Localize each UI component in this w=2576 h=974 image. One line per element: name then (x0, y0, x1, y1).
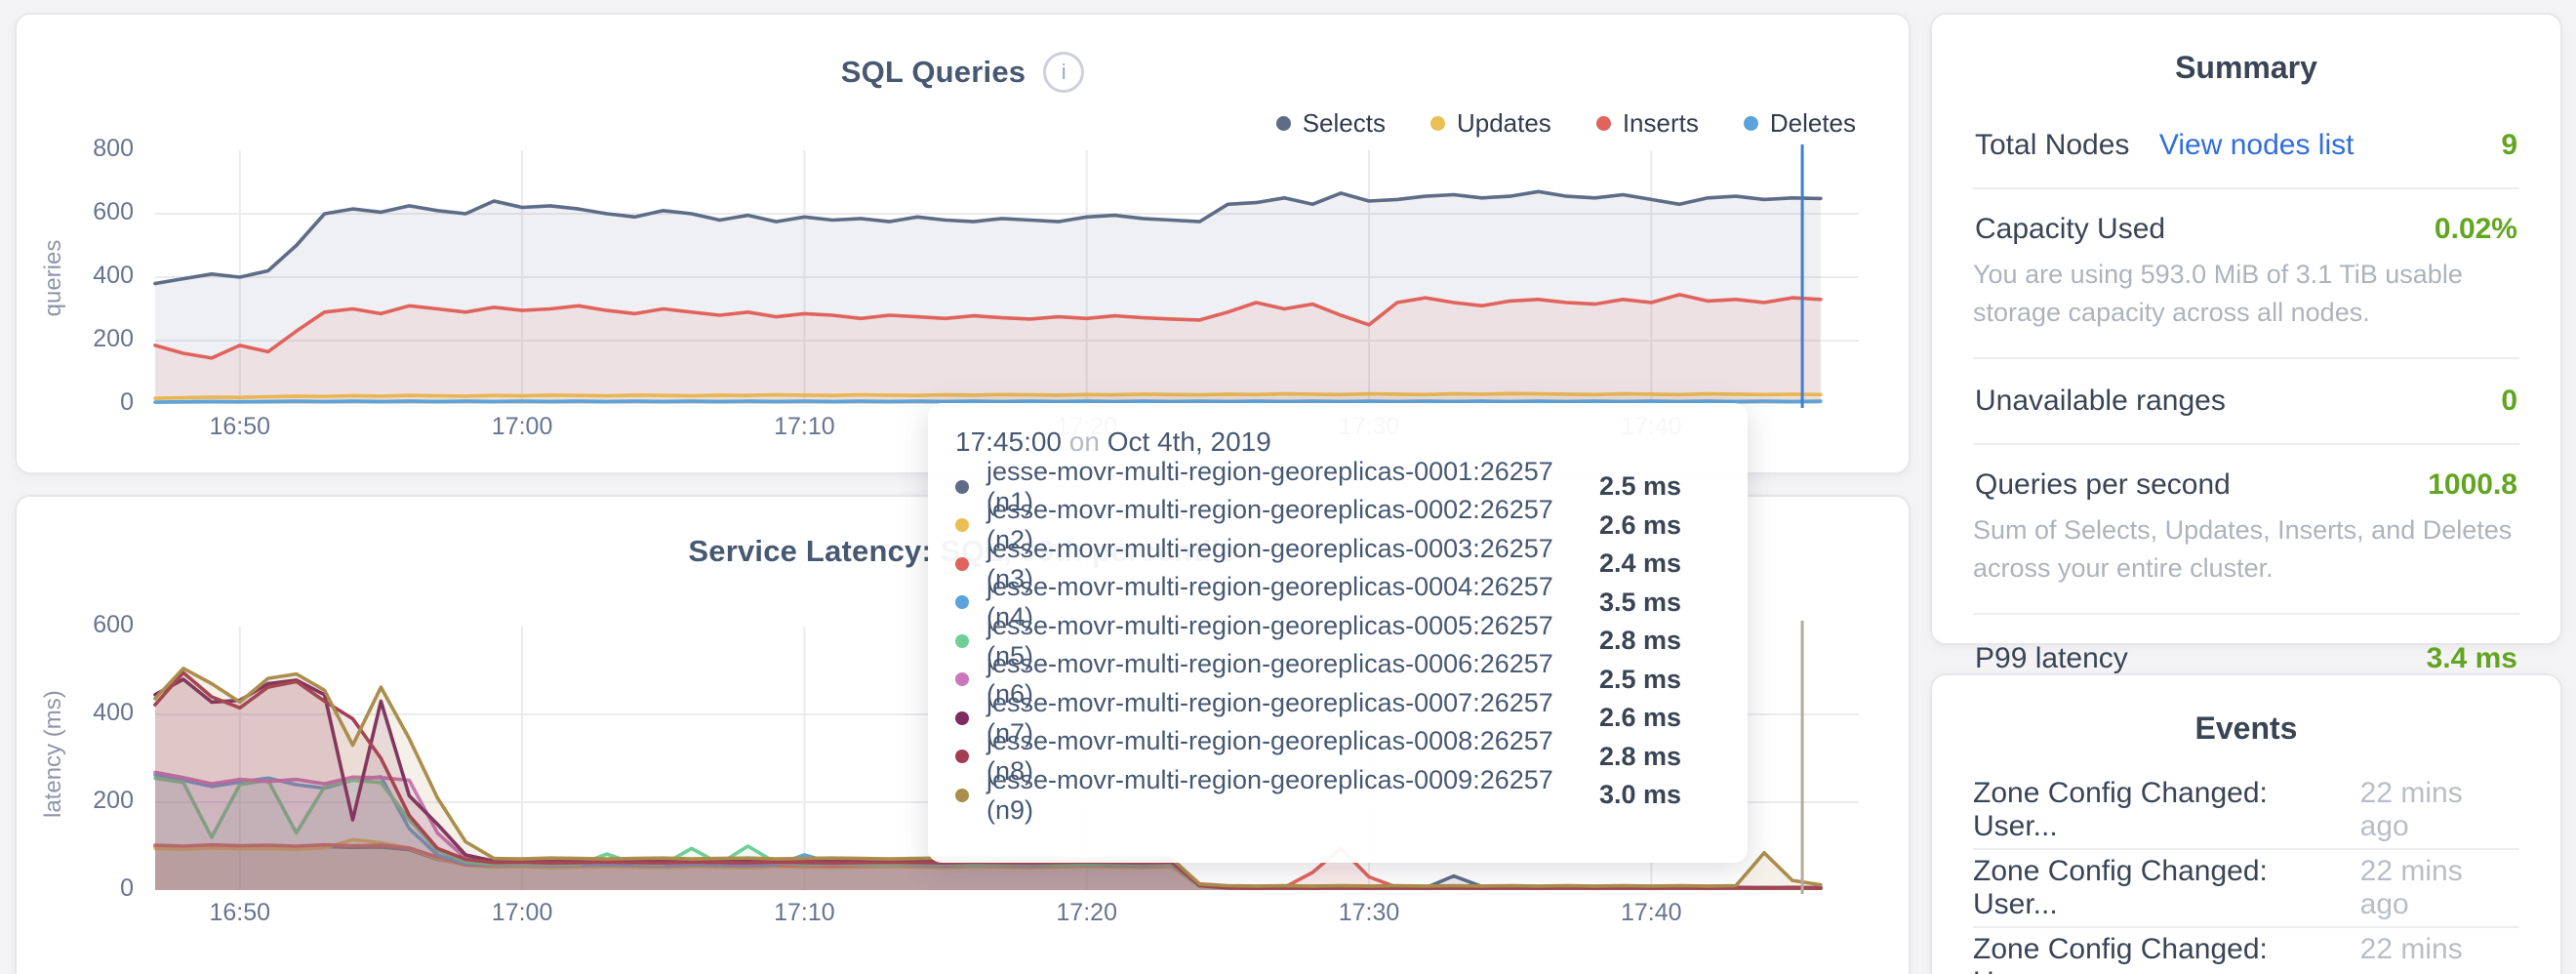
legend-item-updates[interactable]: Updates (1430, 108, 1551, 139)
legend-label: Selects (1303, 108, 1386, 139)
x-tick-label: 17:40 (1597, 899, 1705, 927)
divider (1973, 443, 2519, 445)
legend-dot (1596, 116, 1611, 131)
legend-dot (1430, 116, 1445, 131)
event-label: Zone Config Changed: User... (1973, 855, 2360, 921)
sql-queries-plot[interactable] (153, 139, 1861, 417)
node-color-dot (955, 595, 969, 609)
tooltip-on: on (1069, 426, 1107, 457)
node-color-dot (955, 557, 969, 571)
dashboard: SQL Queries i Selects Updates Inserts Delet… (0, 0, 2576, 974)
x-tick-label: 17:10 (750, 899, 858, 927)
node-latency-value: 2.5 ms (1599, 665, 1681, 695)
events-title: Events (1932, 675, 2560, 747)
node-color-dot (955, 518, 969, 532)
node-color-dot (955, 711, 969, 725)
summary-panel: Summary Total Nodes View nodes list 9 Ca… (1930, 13, 2562, 645)
sql-queries-legend: Selects Updates Inserts Deletes (1276, 108, 1856, 139)
legend-item-selects[interactable]: Selects (1276, 108, 1386, 139)
divider (1973, 613, 2519, 615)
events-panel: Events Zone Config Changed: User...22 mi… (1930, 673, 2562, 974)
node-latency-value: 3.5 ms (1599, 588, 1681, 618)
sql-y-axis-unit: queries (40, 220, 67, 337)
x-tick-label: 17:30 (1315, 899, 1423, 927)
p99-latency-value: 3.4 ms (2427, 642, 2517, 675)
legend-item-inserts[interactable]: Inserts (1596, 108, 1699, 139)
info-icon[interactable]: i (1043, 52, 1084, 93)
tooltip-rows: jesse-movr-multi-region-georeplicas-0001… (955, 467, 1709, 815)
legend-label: Updates (1457, 108, 1551, 139)
x-tick-label: 16:50 (186, 413, 294, 441)
capacity-used-value: 0.02% (2435, 213, 2517, 246)
tooltip-row: jesse-movr-multi-region-georeplicas-0009… (955, 776, 1709, 815)
event-label: Zone Config Changed: User... (1973, 777, 2360, 843)
node-latency-value: 3.0 ms (1599, 780, 1681, 810)
y-tick-label: 800 (36, 135, 134, 163)
node-color-dot (955, 480, 969, 494)
legend-label: Inserts (1623, 108, 1699, 139)
latency-y-axis-unit: latency (ms) (40, 701, 67, 818)
unavailable-ranges-label: Unavailable ranges (1975, 385, 2226, 418)
capacity-used-label: Capacity Used (1975, 213, 2165, 246)
y-tick-label: 600 (36, 611, 134, 639)
x-tick-label: 16:50 (186, 899, 294, 927)
legend-dot (1744, 116, 1758, 131)
event-time: 22 mins ago (2360, 855, 2519, 921)
legend-label: Deletes (1770, 108, 1856, 139)
node-latency-value: 2.4 ms (1599, 548, 1681, 579)
view-nodes-list-link[interactable]: View nodes list (2159, 129, 2355, 161)
node-color-dot (955, 672, 969, 686)
x-tick-label: 17:00 (468, 899, 576, 927)
event-row[interactable]: Zone Config Changed: User...22 mins ago (1973, 928, 2519, 974)
node-color-dot (955, 634, 969, 648)
event-time: 22 mins ago (2360, 777, 2519, 843)
node-latency-value: 2.6 ms (1599, 703, 1681, 733)
node-latency-value: 2.8 ms (1599, 742, 1681, 772)
qps-label: Queries per second (1975, 468, 2231, 502)
divider (1973, 357, 2519, 359)
node-latency-value: 2.5 ms (1599, 471, 1681, 502)
events-list: Zone Config Changed: User...22 mins agoZ… (1932, 772, 2560, 974)
summary-title: Summary (1932, 15, 2560, 86)
event-row[interactable]: Zone Config Changed: User...22 mins ago (1973, 850, 2519, 928)
tooltip-header: 17:45:00 on Oct 4th, 2019 (955, 426, 1709, 458)
qps-subtext: Sum of Selects, Updates, Inserts, and De… (1973, 511, 2519, 588)
legend-dot (1276, 116, 1291, 131)
tooltip-date: Oct 4th, 2019 (1107, 426, 1271, 457)
qps-value: 1000.8 (2428, 468, 2517, 502)
x-tick-label: 17:00 (468, 413, 576, 441)
chart-tooltip: 17:45:00 on Oct 4th, 2019 jesse-movr-mul… (928, 403, 1748, 863)
event-label: Zone Config Changed: User... (1973, 933, 2360, 974)
node-color-dot (955, 750, 969, 763)
x-tick-label: 17:20 (1033, 899, 1141, 927)
sql-queries-title: SQL Queries (841, 55, 1026, 90)
node-name: jesse-movr-multi-region-georeplicas-0009… (986, 765, 1599, 826)
capacity-used-subtext: You are using 593.0 MiB of 3.1 TiB usabl… (1973, 256, 2519, 332)
x-tick-label: 17:10 (750, 413, 858, 441)
node-color-dot (955, 789, 969, 802)
tooltip-time: 17:45:00 (955, 426, 1062, 457)
y-tick-label: 0 (36, 388, 134, 417)
p99-latency-label: P99 latency (1975, 642, 2128, 675)
legend-item-deletes[interactable]: Deletes (1744, 108, 1856, 139)
event-row[interactable]: Zone Config Changed: User...22 mins ago (1973, 772, 2519, 850)
node-latency-value: 2.8 ms (1599, 626, 1681, 656)
divider (1973, 187, 2519, 189)
node-latency-value: 2.6 ms (1599, 510, 1681, 541)
unavailable-ranges-value: 0 (2501, 385, 2517, 418)
y-tick-label: 0 (36, 874, 134, 903)
total-nodes-value: 9 (2501, 129, 2517, 162)
total-nodes-label: Total Nodes (1975, 129, 2129, 161)
event-time: 22 mins ago (2360, 933, 2519, 974)
